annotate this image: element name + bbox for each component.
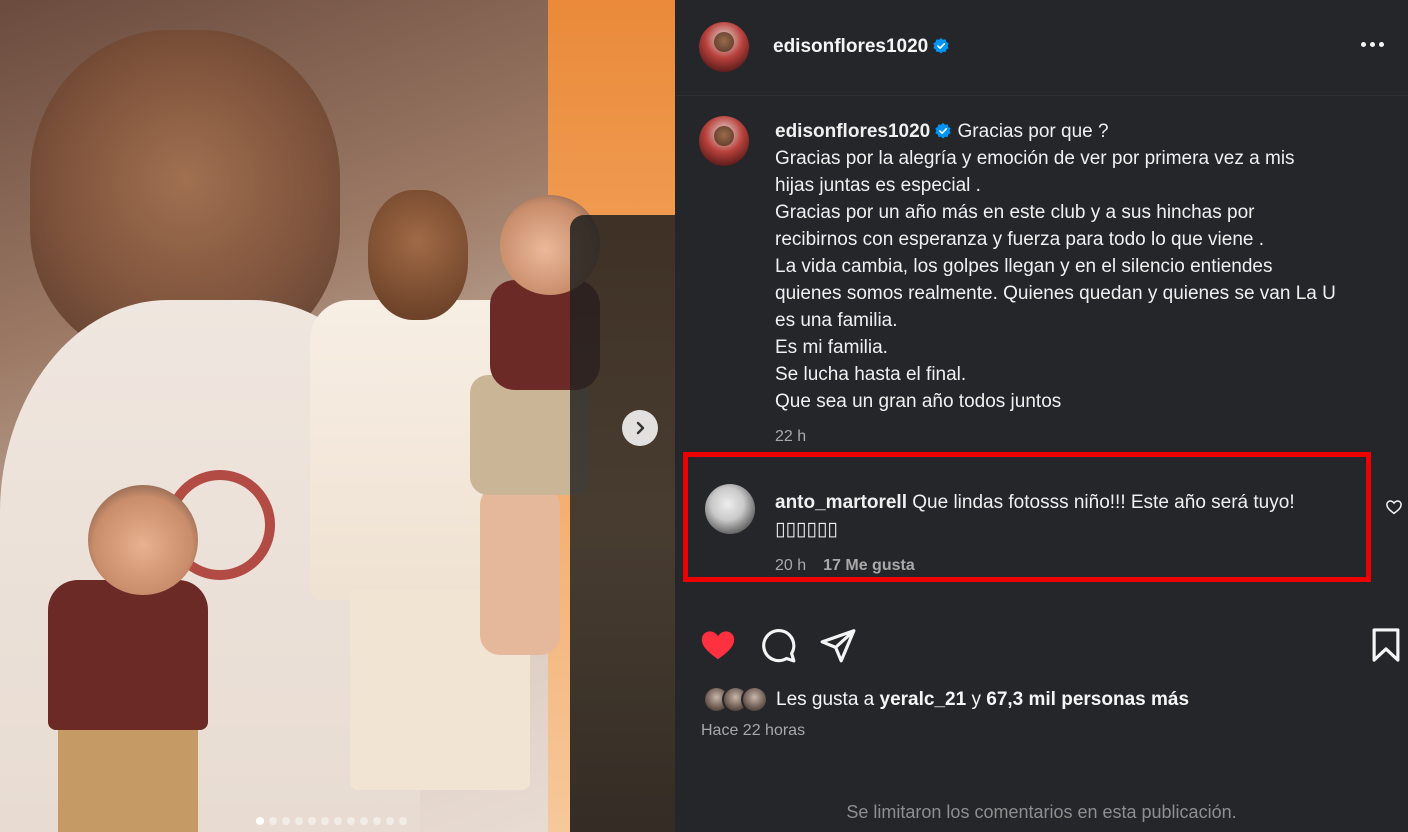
- comment-meta: 20 h 17 Me gusta: [775, 557, 915, 575]
- caption-author-avatar[interactable]: [699, 116, 749, 166]
- first-liker-username[interactable]: yeralc_21: [880, 689, 967, 710]
- comment-text: anto_martorell Que lindas fotosss niño!!…: [775, 489, 1365, 543]
- share-icon[interactable]: [819, 626, 857, 664]
- post-side-panel: edisonflores1020 edisonflores1020 Gracia…: [675, 0, 1408, 832]
- likes-text: Les gusta a yeralc_21 y 67,3 mil persona…: [776, 689, 1189, 711]
- caption-text: edisonflores1020 Gracias por que ? Graci…: [775, 118, 1385, 415]
- caption-line: es una familia.: [775, 310, 898, 331]
- carousel-dot[interactable]: [334, 817, 342, 825]
- verified-badge-icon: [933, 37, 949, 54]
- verified-badge-icon: [935, 122, 951, 139]
- carousel-dot[interactable]: [373, 817, 381, 825]
- comment-emoji-line: ▯▯▯▯▯▯: [775, 519, 838, 540]
- carousel-dot[interactable]: [386, 817, 394, 825]
- comment-message: Que lindas fotosss niño!!! Este año será…: [912, 492, 1295, 513]
- post-photo[interactable]: [0, 0, 675, 832]
- comment-like-count[interactable]: 17 Me gusta: [823, 557, 915, 575]
- post-actions: [675, 622, 1408, 666]
- caption-timestamp[interactable]: 22 h: [775, 428, 806, 446]
- photo-child-left: [48, 485, 208, 832]
- likes-summary: Les gusta a yeralc_21 y 67,3 mil persona…: [703, 686, 1189, 713]
- liker-avatars[interactable]: [703, 686, 768, 713]
- carousel-dots: [256, 817, 407, 825]
- comment-icon[interactable]: [759, 626, 797, 664]
- carousel-next-button[interactable]: [622, 410, 658, 446]
- likes-prefix: Les gusta a: [776, 688, 875, 710]
- carousel-dot[interactable]: [399, 817, 407, 825]
- caption-line: Gracias por la alegría y emoción de ver …: [775, 148, 1295, 169]
- caption-line: Gracias por un año más en este club y a …: [775, 202, 1255, 223]
- bookmark-icon[interactable]: [1367, 626, 1405, 664]
- caption-line: recibirnos con esperanza y fuerza para t…: [775, 229, 1265, 250]
- heart-filled-icon[interactable]: [699, 626, 737, 664]
- carousel-dot[interactable]: [256, 817, 264, 825]
- carousel-dot[interactable]: [347, 817, 355, 825]
- comment-highlight-box: anto_martorell Que lindas fotosss niño!!…: [683, 452, 1371, 582]
- carousel-dot[interactable]: [269, 817, 277, 825]
- commenter-avatar[interactable]: [705, 484, 755, 534]
- comment-timestamp[interactable]: 20 h: [775, 557, 806, 575]
- commenter-username[interactable]: anto_martorell: [775, 492, 907, 513]
- photo-camera-equipment: [570, 215, 675, 832]
- carousel-dot[interactable]: [282, 817, 290, 825]
- liker-avatar[interactable]: [741, 686, 768, 713]
- caption-username[interactable]: edisonflores1020: [775, 121, 930, 142]
- carousel-dot[interactable]: [295, 817, 303, 825]
- caption-line: La vida cambia, los golpes llegan y en e…: [775, 256, 1273, 277]
- author-username-row[interactable]: edisonflores1020: [773, 36, 950, 58]
- more-options-button[interactable]: [1361, 36, 1384, 53]
- post-timestamp[interactable]: Hace 22 horas: [701, 722, 805, 740]
- caption-line: Es mi familia.: [775, 337, 888, 358]
- comments-limited-notice: Se limitaron los comentarios en esta pub…: [846, 802, 1237, 822]
- caption-line: Que sea un gran año todos juntos: [775, 391, 1062, 412]
- caption-first-line: Gracias por que ?: [957, 121, 1109, 142]
- caption-line: quienes somos realmente. Quienes quedan …: [775, 283, 1336, 304]
- post-header: edisonflores1020: [675, 0, 1408, 96]
- chevron-right-icon: [636, 421, 645, 435]
- carousel-dot[interactable]: [321, 817, 329, 825]
- likes-joiner: y: [971, 688, 981, 710]
- author-avatar[interactable]: [699, 22, 749, 72]
- carousel-dot[interactable]: [308, 817, 316, 825]
- carousel-dot[interactable]: [360, 817, 368, 825]
- caption-line: Se lucha hasta el final.: [775, 364, 967, 385]
- more-options-icon: [1361, 42, 1366, 47]
- author-username[interactable]: edisonflores1020: [773, 36, 928, 57]
- heart-outline-icon[interactable]: [1385, 498, 1403, 516]
- likes-others-link[interactable]: 67,3 mil personas más: [986, 689, 1189, 710]
- caption-line: hijas juntas es especial .: [775, 175, 981, 196]
